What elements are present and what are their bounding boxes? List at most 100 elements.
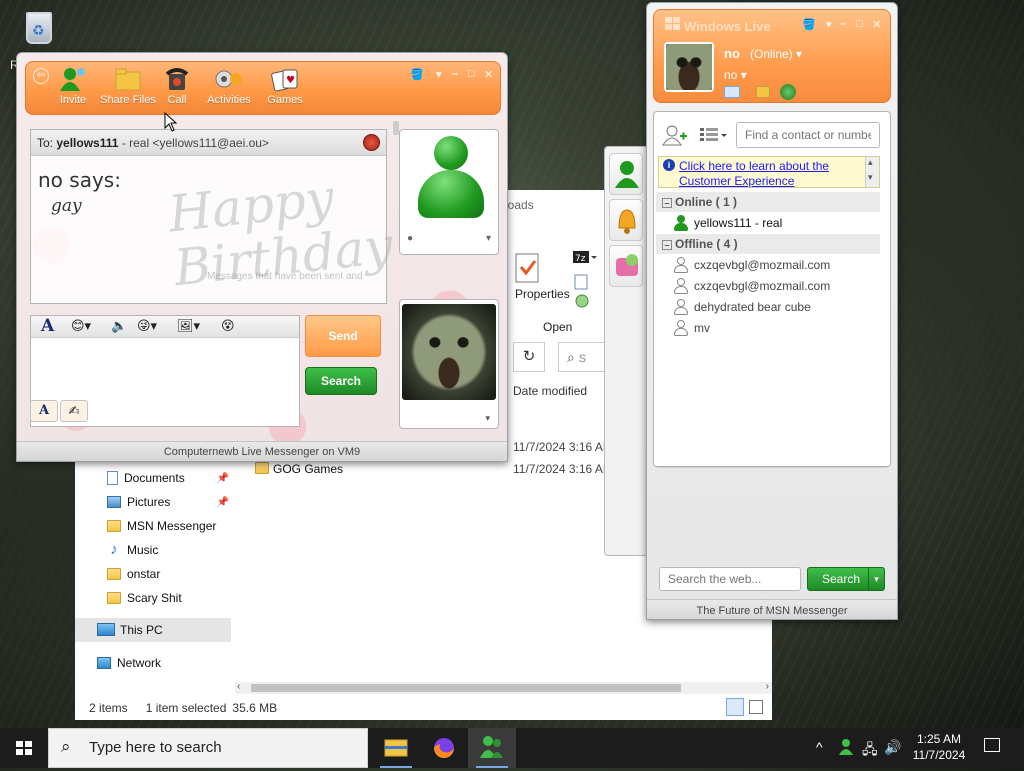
messenger-tray-icon[interactable] bbox=[838, 738, 856, 759]
add-contact-icon[interactable] bbox=[662, 124, 688, 146]
menu-dropdown-icon[interactable]: ▾ bbox=[826, 18, 832, 31]
nav-item-msn-messenger[interactable]: MSN Messenger bbox=[107, 515, 216, 537]
toolbar-label: Call bbox=[167, 94, 187, 106]
messenger-icon bbox=[480, 736, 503, 758]
tiles-view-icon[interactable] bbox=[749, 700, 763, 714]
contact-item[interactable]: dehydrated bear cube bbox=[674, 296, 811, 317]
invite-button[interactable]: Invite bbox=[46, 66, 100, 106]
contact-item[interactable]: mv bbox=[674, 317, 710, 338]
banner-scrollbar[interactable]: ▴ ▾ bbox=[865, 157, 879, 187]
toolbar-label: Invite bbox=[59, 94, 87, 106]
clock[interactable]: 1:25 AM 11/7/2024 bbox=[904, 731, 974, 763]
personal-message[interactable]: no ▾ bbox=[724, 68, 747, 82]
taskbar-firefox[interactable] bbox=[420, 728, 468, 768]
customer-experience-link[interactable]: Click here to learn about the Customer E… bbox=[679, 159, 859, 189]
close-icon[interactable]: ✕ bbox=[872, 18, 881, 31]
menu-dropdown-icon[interactable]: ▾ bbox=[436, 68, 442, 81]
my-display-picture[interactable]: ▾ bbox=[399, 299, 499, 429]
conversation-history[interactable]: To: yellows111 - real <yellows111@aei.ou… bbox=[30, 129, 395, 304]
games-button[interactable]: ♥ Games bbox=[258, 66, 312, 106]
svg-text:7z: 7z bbox=[575, 254, 586, 264]
nav-label: Pictures bbox=[127, 495, 171, 509]
open-with-icons[interactable] bbox=[573, 274, 591, 310]
refresh-button[interactable]: ↻ bbox=[513, 342, 545, 372]
item-count: 2 items bbox=[89, 701, 128, 715]
chevron-down-icon[interactable]: ▾ bbox=[485, 413, 490, 424]
nav-item-documents[interactable]: Documents 📌 bbox=[107, 467, 229, 489]
file-row-name[interactable]: GOG Games bbox=[273, 462, 343, 476]
paint-bucket-icon[interactable]: 🪣 bbox=[410, 68, 424, 81]
alerts-bell-icon[interactable] bbox=[609, 199, 643, 241]
start-button[interactable] bbox=[0, 728, 48, 768]
news-icon[interactable] bbox=[780, 84, 796, 100]
details-view-icon[interactable] bbox=[726, 698, 744, 716]
handwriting-mode-icon[interactable]: ✍ bbox=[60, 400, 88, 422]
email-icon[interactable] bbox=[724, 86, 740, 98]
find-contact-input[interactable] bbox=[736, 122, 880, 148]
view-options-icon[interactable] bbox=[698, 126, 728, 146]
my-status[interactable]: (Online) ▾ bbox=[750, 47, 802, 61]
close-icon[interactable]: ✕ bbox=[484, 68, 493, 81]
webcam-icon[interactable]: ● bbox=[407, 233, 413, 244]
volume-icon[interactable]: 🔊 bbox=[884, 739, 901, 756]
maximize-icon[interactable]: □ bbox=[468, 68, 475, 80]
background-icon[interactable]: 🖼▾ bbox=[177, 318, 200, 336]
send-button[interactable]: Send bbox=[305, 315, 381, 357]
activities-button[interactable]: Activities bbox=[200, 66, 258, 106]
properties-icon[interactable] bbox=[512, 252, 546, 288]
share-files-button[interactable]: Share Files bbox=[100, 66, 156, 106]
contacts-tab-icon[interactable] bbox=[609, 153, 643, 195]
chevron-down-icon[interactable]: ▾ bbox=[486, 233, 491, 244]
block-contact-icon[interactable] bbox=[363, 134, 380, 151]
date-modified-header[interactable]: Date modified bbox=[513, 384, 587, 398]
nudge-icon[interactable]: 😵 bbox=[221, 318, 235, 336]
wink-icon[interactable]: 😜▾ bbox=[137, 318, 157, 336]
minimize-icon[interactable]: – bbox=[840, 18, 846, 30]
activities-tab-icon[interactable] bbox=[609, 245, 643, 287]
web-search-button[interactable]: Search ▾ bbox=[807, 567, 885, 591]
group-header-offline[interactable]: – Offline ( 4 ) bbox=[656, 234, 880, 254]
file-row-date: 11/7/2024 3:16 AM bbox=[513, 462, 613, 476]
offline-person-icon bbox=[674, 256, 688, 273]
horizontal-scrollbar[interactable]: ‹ › bbox=[235, 681, 772, 694]
nav-item-scary-shit[interactable]: Scary Shit bbox=[107, 587, 182, 609]
emoticon-icon[interactable]: 😊▾ bbox=[71, 318, 91, 336]
call-button[interactable]: Call bbox=[150, 66, 204, 106]
contact-item[interactable]: yellows111 - real bbox=[674, 212, 782, 233]
mouse-cursor-icon bbox=[164, 112, 178, 132]
recycle-bin-icon[interactable]: ♻ bbox=[20, 8, 58, 50]
web-search-input[interactable] bbox=[659, 567, 801, 591]
show-hidden-icons[interactable]: ^ bbox=[816, 739, 823, 755]
network-icon[interactable]: 🖧 bbox=[862, 739, 878, 763]
nav-item-pictures[interactable]: Pictures 📌 bbox=[107, 491, 229, 513]
paint-bucket-icon[interactable]: 🪣 bbox=[802, 18, 816, 31]
nav-item-music[interactable]: ♪ Music bbox=[107, 539, 158, 561]
chevron-down-icon[interactable]: ▾ bbox=[868, 568, 884, 590]
type-mode-icon[interactable]: A bbox=[30, 400, 58, 422]
web-search-label: Search bbox=[822, 572, 861, 586]
nav-item-onstar[interactable]: onstar bbox=[107, 563, 160, 585]
notifications-icon[interactable] bbox=[984, 738, 1000, 752]
pictures-icon bbox=[107, 496, 121, 508]
taskbar-search-box[interactable]: ⌕ Type here to search bbox=[48, 728, 368, 768]
nav-item-network[interactable]: Network bbox=[97, 652, 161, 674]
7zip-icon[interactable]: 7z bbox=[572, 250, 598, 268]
nav-item-this-pc[interactable]: This PC bbox=[75, 618, 231, 642]
input-toolbar: A 😊▾ 🔈 😜▾ 🖼▾ 😵 bbox=[31, 316, 299, 338]
minimize-icon[interactable]: – bbox=[452, 68, 458, 80]
spaces-icon[interactable] bbox=[756, 86, 770, 98]
group-header-online[interactable]: – Online ( 1 ) bbox=[656, 192, 880, 212]
taskbar-messenger[interactable] bbox=[468, 728, 516, 768]
network-icon bbox=[97, 657, 111, 669]
maximize-icon[interactable]: □ bbox=[856, 18, 863, 30]
my-display-name[interactable]: no bbox=[724, 46, 740, 61]
voice-clip-icon[interactable]: 🔈 bbox=[111, 318, 127, 336]
my-avatar[interactable] bbox=[664, 42, 714, 92]
font-icon[interactable]: A bbox=[41, 316, 54, 336]
search-button[interactable]: Search bbox=[305, 367, 377, 395]
contact-item[interactable]: cxzqevbgl@mozmail.com bbox=[674, 275, 830, 296]
taskbar-file-explorer[interactable] bbox=[372, 728, 420, 768]
scary-face-avatar bbox=[402, 304, 496, 400]
contact-item[interactable]: cxzqevbgl@mozmail.com bbox=[674, 254, 830, 275]
properties-button[interactable]: Properties bbox=[515, 287, 570, 301]
